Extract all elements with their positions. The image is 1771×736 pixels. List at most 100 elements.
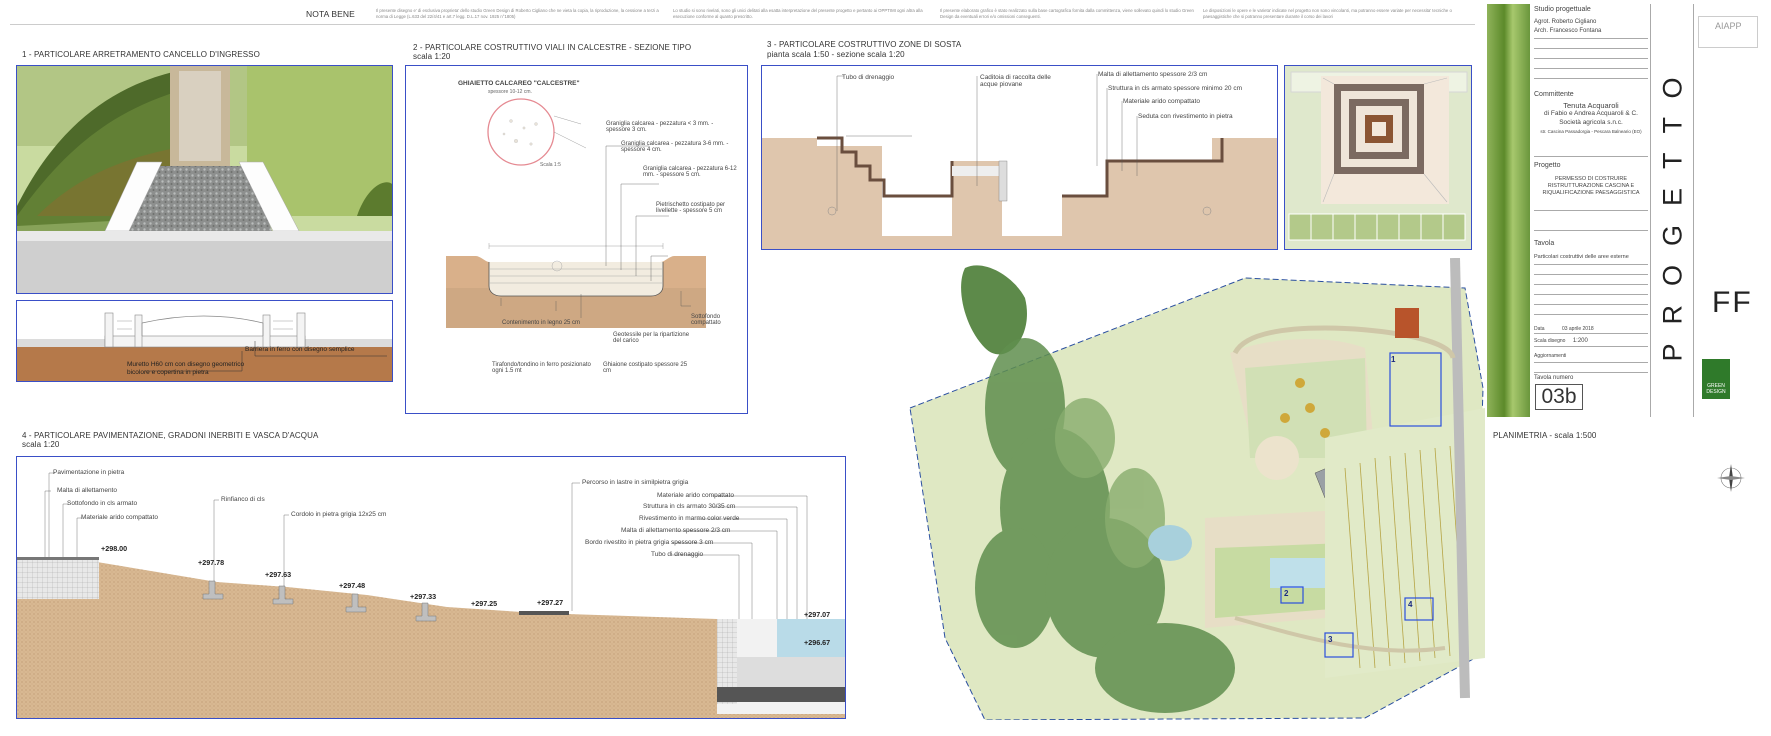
elevation-6: +297.25 bbox=[471, 599, 498, 608]
update-label: Aggiornamenti bbox=[1534, 353, 1567, 359]
rest-area-plan-drawing bbox=[1285, 66, 1471, 249]
date-label: Data bbox=[1534, 326, 1545, 332]
project-label: Progetto bbox=[1534, 162, 1561, 169]
client-line-1: Tenuta Acquaroli bbox=[1563, 101, 1619, 110]
nota-bene-heading: NOTA BENE bbox=[306, 9, 355, 19]
tb-divider bbox=[1534, 68, 1648, 69]
client-line-3: Società agricola s.n.c. bbox=[1559, 119, 1623, 126]
plan-marker-4[interactable]: 4 bbox=[1408, 600, 1412, 609]
pav-label-rinfianco: Rinfianco di cls bbox=[221, 496, 265, 503]
tb-divider bbox=[1534, 372, 1648, 373]
ff-logo: FF bbox=[1712, 286, 1753, 319]
rest-label-structure: Struttura in cls armato spessore minimo … bbox=[1108, 85, 1243, 92]
calcestre-label-4: Pietrischetto costipato per livellette -… bbox=[656, 202, 726, 214]
pav-label-percorso: Percorso in lastre in similpietra grigia bbox=[582, 479, 689, 486]
tb-divider bbox=[1534, 48, 1648, 49]
date-value: 03 aprile 2018 bbox=[1561, 326, 1594, 332]
tb-divider bbox=[1534, 230, 1648, 231]
north-arrow-icon bbox=[1717, 464, 1745, 492]
section2-panel[interactable]: GHIAIETTO CALCAREO "CALCESTRE" spessore … bbox=[405, 65, 748, 414]
scale-label: Scala disegno bbox=[1534, 338, 1566, 344]
tb-divider bbox=[1534, 264, 1648, 265]
section2-title: 2 - PARTICOLARE COSTRUTTIVO VIALI IN CAL… bbox=[413, 43, 692, 52]
plan-marker-3[interactable]: 3 bbox=[1328, 635, 1332, 644]
fence-label-barrier: Barriera in ferro con disegno semplice bbox=[245, 346, 355, 353]
grass-photo-strip bbox=[1487, 4, 1530, 417]
rest-label-mortar: Malta di allettamento spessore 2/3 cm bbox=[1098, 71, 1208, 78]
table-label: Tavola bbox=[1534, 240, 1555, 247]
pool-label-6: Tubo di drenaggio bbox=[651, 551, 704, 558]
pav-label-4: Materiale arido compattato bbox=[81, 514, 158, 521]
tb-divider bbox=[1534, 210, 1648, 211]
section1-perspective-panel[interactable] bbox=[16, 65, 393, 294]
tb-divider bbox=[1534, 314, 1648, 315]
plan-marker-2[interactable]: 2 bbox=[1284, 589, 1288, 598]
client-address: str. Cascina Passadorgia - Pescara Balne… bbox=[1540, 129, 1642, 134]
vertical-title: PROGETTO bbox=[1657, 58, 1688, 362]
tb-divider bbox=[1534, 333, 1648, 334]
section4-panel[interactable]: Pavimentazione in pietra Malta di allett… bbox=[16, 456, 846, 719]
section4-scale: scala 1:20 bbox=[22, 440, 60, 449]
calcestre-label-7: Geotessile per la ripartizione del caric… bbox=[613, 332, 690, 344]
fence-label-wall-1: Muretto H60 cm con disegno geometrico bbox=[127, 361, 245, 368]
pool-label-5: Bordo rivestito in pietra grigia spessor… bbox=[585, 539, 714, 546]
logos-column: AIAPP FF GREEN DESIGN bbox=[1694, 4, 1767, 417]
tb-divider bbox=[1534, 304, 1648, 305]
rest-label-gully: Caditoia di raccolta delle acque piovane bbox=[980, 74, 1051, 88]
note-3: Il presente elaborato grafico è stato re… bbox=[940, 8, 1194, 19]
site-plan-drawing bbox=[909, 258, 1485, 720]
tb-divider bbox=[1534, 78, 1648, 79]
studio-label: Studio progettuale bbox=[1534, 6, 1591, 13]
table-description: Particolari costruttivi delle aree ester… bbox=[1534, 254, 1629, 260]
calcestre-label-2: Graniglia calcarea - pezzatura 3-6 mm. -… bbox=[621, 141, 729, 153]
pool-label-3: Rivestimento in marmo color verde bbox=[639, 515, 740, 522]
pool-label-2: Struttura in cls armato 30/35 cm bbox=[643, 503, 736, 510]
gravel-circle-scale: Scala 1:5 bbox=[540, 162, 561, 168]
section3-section-panel[interactable]: Tubo di drenaggio Caditoia di raccolta d… bbox=[761, 65, 1278, 250]
calcestre-label-6: Contenimento in legno 25 cm bbox=[502, 320, 581, 326]
vertical-title-frame: PROGETTO bbox=[1650, 4, 1694, 417]
calcestre-label-1: Graniglia calcarea - pezzatura < 3 mm. -… bbox=[606, 121, 714, 133]
section1-elevation-panel[interactable]: Barriera in ferro con disegno semplice M… bbox=[16, 300, 393, 382]
calcestre-label-3: Graniglia calcarea - pezzatura 6-12 mm. … bbox=[643, 166, 737, 178]
elevation-4: +297.48 bbox=[339, 581, 366, 590]
studio-name-2: Arch. Francesco Fontana bbox=[1534, 28, 1602, 34]
tb-divider bbox=[1534, 284, 1648, 285]
studio-name-1: Agrot. Roberto Cigliano bbox=[1534, 19, 1597, 25]
elevation-7: +297.27 bbox=[537, 598, 564, 607]
section3-scale: pianta scala 1:50 - sezione scala 1:20 bbox=[767, 50, 905, 59]
section3-plan-panel[interactable] bbox=[1284, 65, 1472, 250]
note-1: Il presente disegno e' di esclusiva prop… bbox=[376, 8, 659, 19]
elevation-2: +297.78 bbox=[198, 558, 225, 567]
aiapp-logo: AIAPP bbox=[1698, 16, 1758, 48]
rest-label-drain: Tubo di drenaggio bbox=[842, 74, 895, 81]
tb-divider bbox=[1534, 156, 1648, 157]
plan-marker-1[interactable]: 1 bbox=[1391, 355, 1395, 364]
rest-label-compacted: Materiale arido compattato bbox=[1123, 98, 1200, 105]
pool-label-4: Malta di allettamento spessore 2/3 cm bbox=[621, 527, 731, 534]
elevation-3: +297.63 bbox=[265, 570, 292, 579]
tb-divider bbox=[1534, 294, 1648, 295]
calcestre-label-5: Sottofondo compattato bbox=[691, 314, 721, 326]
note-4: Le disposizioni le opere e le varieta' i… bbox=[1203, 8, 1452, 19]
fence-label-wall-2: bicolore e copertina in pietra bbox=[127, 369, 209, 376]
elevation-1: +298.00 bbox=[101, 544, 128, 553]
aiapp-text: AIAPP bbox=[1715, 21, 1742, 31]
pool-label-1: Materiale arido compattato bbox=[657, 492, 734, 499]
note-2: Lo studio si sono rivelati, sono gli uni… bbox=[673, 8, 923, 19]
rest-label-seat: Seduta con rivestimento in pietra bbox=[1138, 113, 1233, 120]
entrance-perspective-drawing bbox=[17, 66, 392, 293]
section2-scale: scala 1:20 bbox=[413, 52, 451, 61]
tb-divider bbox=[1534, 38, 1648, 39]
elevation-9: +296.67 bbox=[804, 638, 831, 647]
section1-title: 1 - PARTICOLARE ARRETRAMENTO CANCELLO D'… bbox=[22, 50, 260, 59]
elevation-8: +297.07 bbox=[804, 610, 831, 619]
top-divider bbox=[10, 24, 1475, 25]
calcestre-label-8: Tirafondo/tondino in ferro posizionato o… bbox=[492, 362, 591, 374]
plan-title: PLANIMETRIA - scala 1:500 bbox=[1493, 431, 1597, 440]
pav-label-3: Sottofondo in cls armato bbox=[67, 500, 138, 507]
tb-divider bbox=[1534, 58, 1648, 59]
client-label: Committente bbox=[1534, 91, 1574, 98]
rest-area-section-drawing bbox=[762, 66, 1277, 249]
calcestre-label-9: Ghiaione costipato spessore 25 cm bbox=[603, 362, 688, 374]
